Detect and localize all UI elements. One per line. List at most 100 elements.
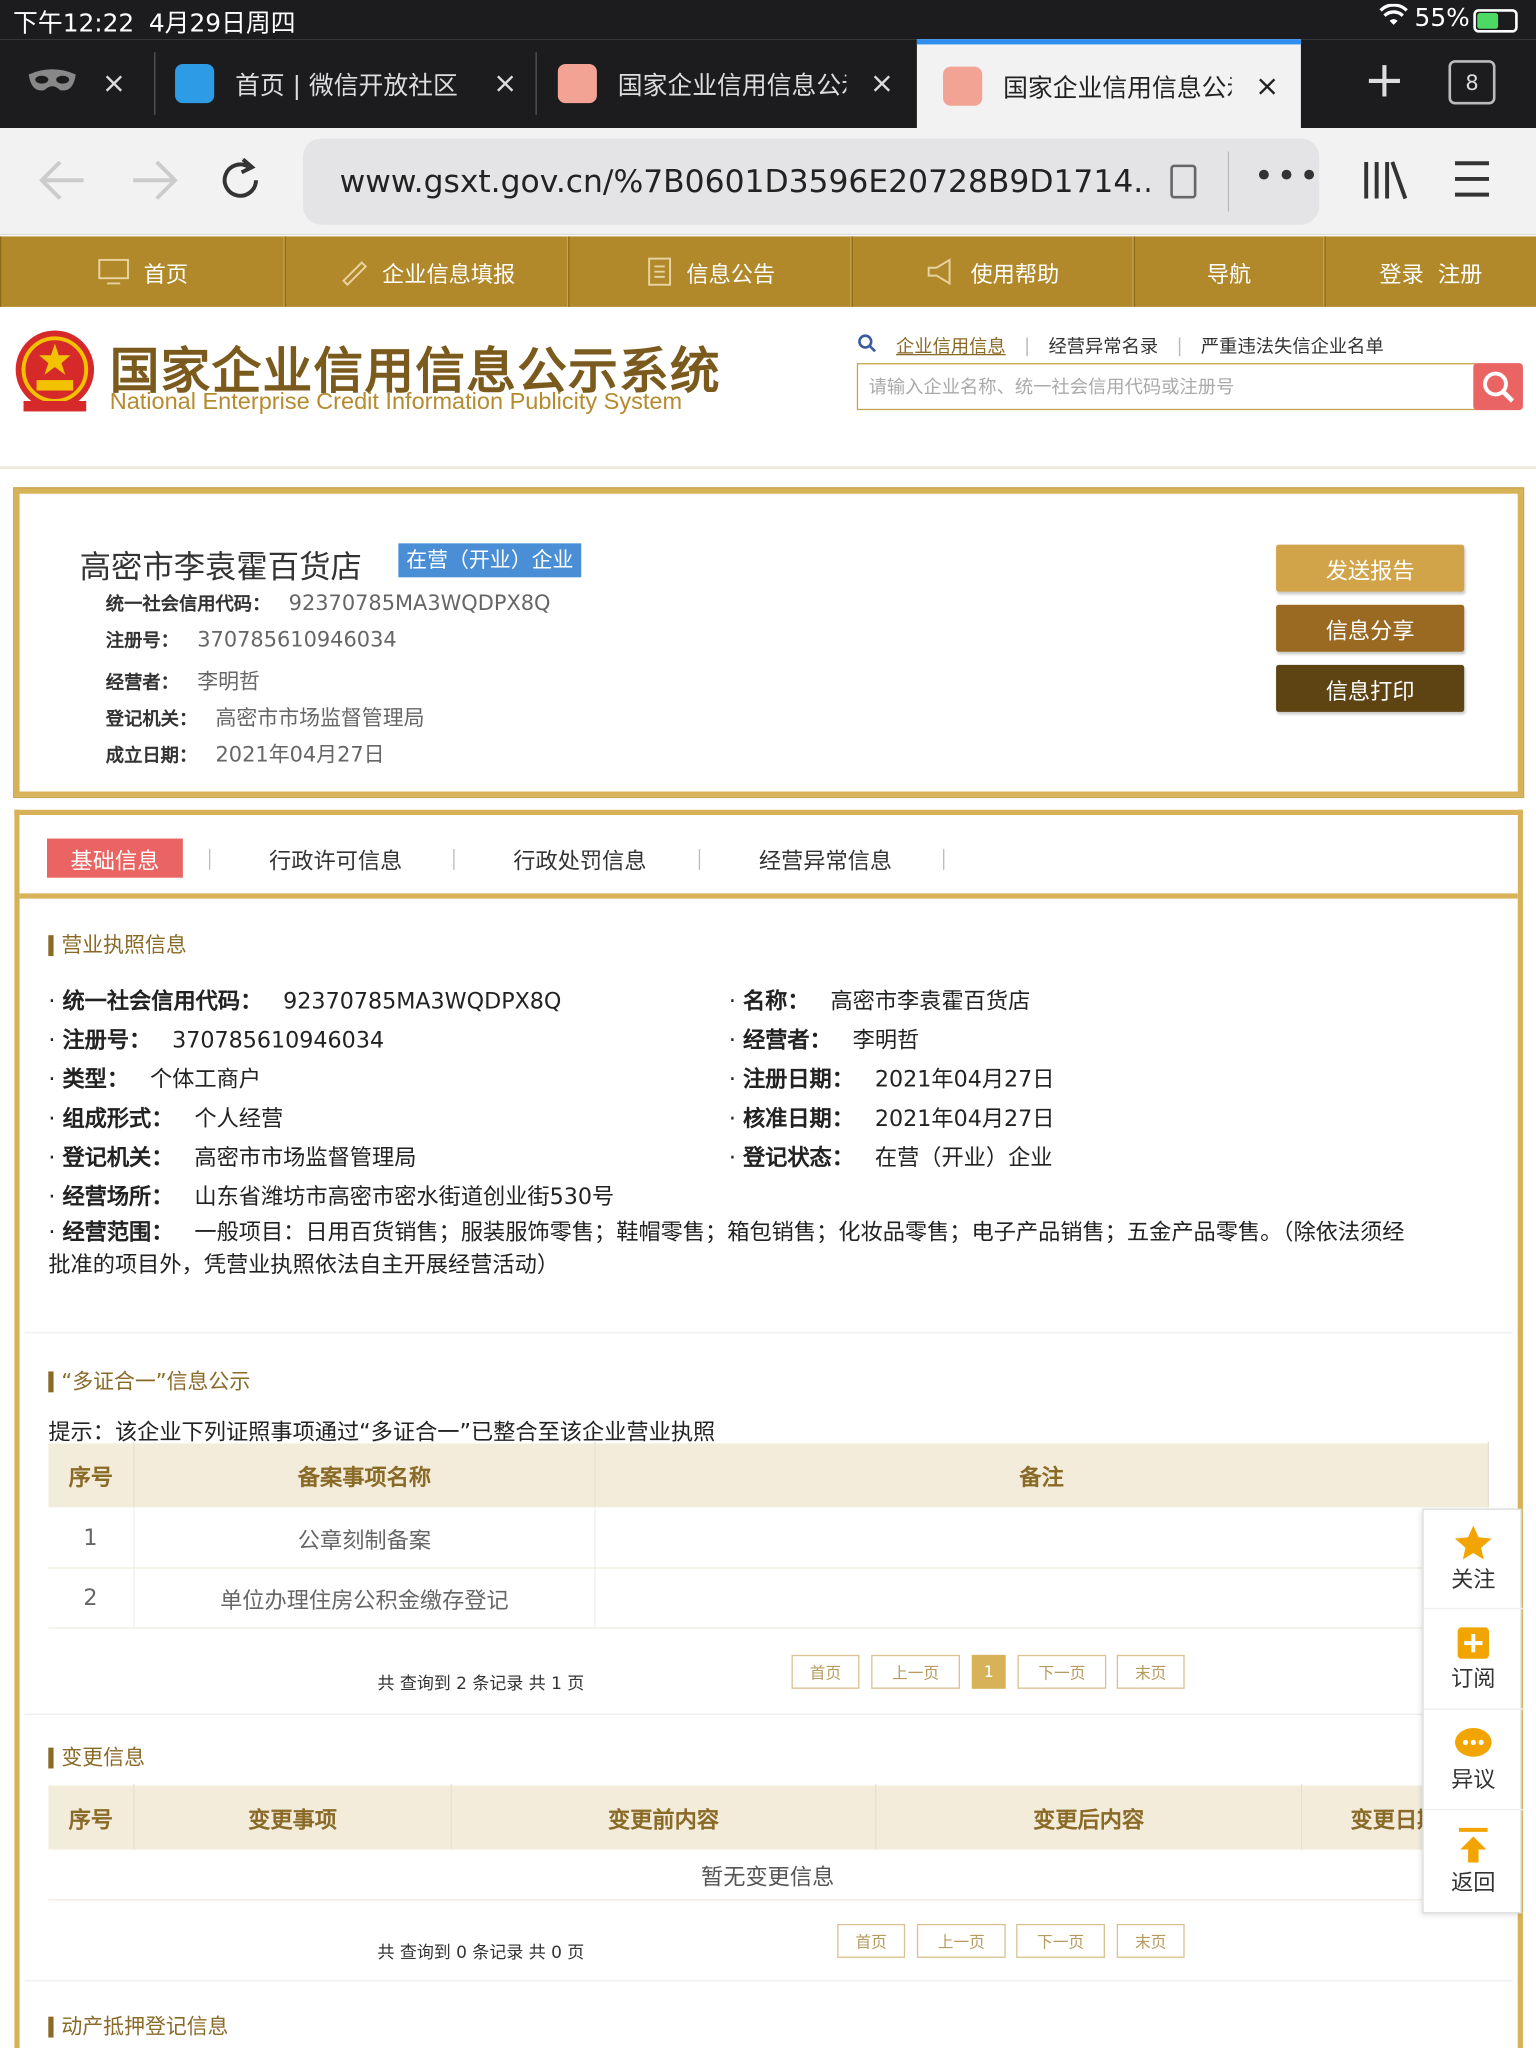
reader-mode-icon[interactable]: [1170, 164, 1197, 199]
new-tab-icon[interactable]: +: [1364, 55, 1406, 105]
wechat-community-icon: [175, 63, 215, 104]
pager-first[interactable]: 首页: [837, 1923, 906, 1958]
search-icon: [857, 333, 878, 359]
table-row: 1 公章刻制备案: [47, 1507, 1489, 1569]
star-icon: [1455, 1525, 1492, 1560]
business-scope: · 经营范围： 一般项目：日用百货销售；服装服饰零售；鞋帽零售；箱包销售；化妆品零…: [48, 1219, 1405, 1279]
license-field: · 经营场所： 山东省潍坊市高密市密水街道创业街530号: [48, 1184, 615, 1211]
section-title-license: 营业执照信息: [48, 935, 187, 957]
pager-next[interactable]: 下一页: [1016, 1923, 1105, 1958]
link-credit-info[interactable]: 企业信用信息: [896, 333, 1006, 359]
empty-message: 暂无变更信息: [47, 1850, 1489, 1901]
subscribe-button[interactable]: 订阅: [1423, 1610, 1523, 1710]
tab-admin-penalty[interactable]: 行政处罚信息: [513, 839, 646, 878]
share-info-button[interactable]: 信息分享: [1276, 604, 1465, 652]
changes-table: 序号 变更事项 变更前内容 变更后内容 变更日期 暂无变更信息: [47, 1784, 1489, 1901]
field-credit-code: 统一社会信用代码： 92370785MA3WQDPX8Q: [105, 590, 551, 616]
section-title-multi-cert: “多证合一”信息公示: [48, 1371, 250, 1393]
tab-title: 国家企业信用信息公示: [1003, 73, 1232, 103]
monitor-icon: [98, 258, 129, 285]
print-info-button[interactable]: 信息打印: [1276, 664, 1465, 712]
pager-current[interactable]: 1: [971, 1654, 1006, 1689]
pager-prev[interactable]: 上一页: [916, 1923, 1006, 1958]
nav-home[interactable]: 首页: [0, 236, 285, 307]
document-icon: [647, 257, 671, 286]
national-emblem-logo: [13, 328, 97, 422]
send-report-button[interactable]: 发送报告: [1276, 544, 1465, 592]
nav-help[interactable]: 使用帮助: [851, 236, 1134, 307]
objection-button[interactable]: 异议: [1423, 1711, 1523, 1811]
license-field: · 经营者： 李明哲: [728, 1027, 920, 1055]
reload-icon[interactable]: [217, 157, 264, 209]
battery-icon: [1473, 9, 1518, 33]
close-tab-icon[interactable]: ×: [1255, 70, 1279, 103]
pager-prev[interactable]: 上一页: [871, 1654, 960, 1689]
battery-level: 55%: [1414, 3, 1470, 33]
pager-last[interactable]: 末页: [1116, 1654, 1185, 1689]
site-nav: 首页 企业信息填报 信息公告 使用帮助 导航 登录 注册: [0, 236, 1536, 307]
site-header: 国家企业信用信息公示系统 National Enterprise Credit …: [0, 306, 1536, 469]
browser-tab-wechat[interactable]: 首页 | 微信开放社区 ×: [175, 39, 517, 128]
tab-count-button[interactable]: 8: [1448, 60, 1496, 105]
field-reg-no: 注册号： 370785610946034: [105, 626, 397, 652]
col-header: 变更事项: [133, 1784, 452, 1851]
tab-basic-info[interactable]: 基础信息: [47, 838, 183, 878]
license-field: · 名称： 高密市李袁霍百货店: [728, 988, 1031, 1015]
pager-last[interactable]: 末页: [1116, 1923, 1185, 1958]
status-badge: 在营（开业）企业: [398, 543, 582, 578]
tab-abnormal-ops[interactable]: 经营异常信息: [759, 839, 892, 878]
license-field: · 统一社会信用代码： 92370785MA3WQDPX8Q: [48, 988, 562, 1015]
pager-first[interactable]: 首页: [791, 1654, 860, 1689]
license-field: · 注册日期： 2021年04月27日: [728, 1067, 1055, 1094]
section-title-changes: 变更信息: [48, 1747, 145, 1769]
url-text: www.gsxt.gov.cn/%7B0601D3596E20728B9D171…: [339, 163, 1150, 200]
back-icon[interactable]: [37, 157, 89, 209]
nav-navigation[interactable]: 导航: [1133, 236, 1325, 307]
floating-action-bar: 关注 订阅 异议 返回: [1422, 1508, 1523, 1914]
close-tab-icon[interactable]: ×: [493, 67, 517, 100]
license-field: · 登记机关： 高密市市场监督管理局: [48, 1145, 417, 1172]
col-header: 序号: [47, 1441, 135, 1509]
section-title-pledge: 动产抵押登记信息: [48, 2016, 229, 2038]
col-header: 变更前内容: [450, 1784, 877, 1851]
close-tab-icon[interactable]: ×: [102, 67, 126, 100]
more-icon[interactable]: •••: [1254, 157, 1322, 196]
license-field: · 核准日期： 2021年04月27日: [728, 1106, 1055, 1133]
field-authority: 登记机关： 高密市市场监督管理局: [105, 705, 425, 731]
back-to-top-button[interactable]: 返回: [1424, 1812, 1523, 1911]
gsxt-favicon-icon: [943, 66, 983, 106]
close-tab-icon[interactable]: ×: [870, 67, 894, 100]
tab-title: 国家企业信用信息公示: [617, 71, 847, 100]
search-input[interactable]: 请输入企业名称、统一社会信用代码或注册号: [856, 363, 1476, 411]
status-date: 4月29日周四: [148, 9, 296, 38]
browser-tab-gsxt[interactable]: 国家企业信用信息公示 ×: [557, 39, 900, 128]
link-blacklist[interactable]: 严重违法失信企业名单: [1201, 333, 1384, 359]
nav-announcements[interactable]: 信息公告: [568, 236, 852, 307]
link-abnormal-list[interactable]: 经营异常名录: [1048, 333, 1158, 359]
license-field: · 组成形式： 个人经营: [48, 1106, 284, 1133]
system-title-en: National Enterprise Credit Information P…: [109, 387, 683, 415]
nav-login-register[interactable]: 登录 注册: [1324, 236, 1536, 307]
forward-icon[interactable]: [128, 157, 180, 209]
menu-icon[interactable]: [1452, 159, 1491, 203]
col-header: 备案事项名称: [133, 1441, 596, 1509]
col-header: 序号: [47, 1784, 135, 1851]
company-name: 高密市李袁霍百货店: [79, 548, 362, 586]
library-icon[interactable]: [1358, 157, 1410, 209]
search-button[interactable]: [1473, 363, 1523, 411]
arrow-up-icon: [1458, 1827, 1488, 1862]
gsxt-favicon-icon: [557, 63, 597, 104]
record-summary: 共 查询到 2 条记录 共 1 页: [377, 1674, 585, 1695]
toolbar: www.gsxt.gov.cn/%7B0601D3596E20728B9D171…: [0, 127, 1536, 236]
address-bar[interactable]: www.gsxt.gov.cn/%7B0601D3596E20728B9D171…: [303, 138, 1322, 225]
nav-fill-report[interactable]: 企业信息填报: [284, 236, 569, 307]
field-established: 成立日期： 2021年04月27日: [105, 741, 385, 767]
megaphone-icon: [927, 258, 951, 286]
detail-panel: 基础信息 行政许可信息 行政处罚信息 经营异常信息 营业执照信息 · 统一社会信…: [14, 809, 1523, 2048]
pager-next[interactable]: 下一页: [1017, 1654, 1107, 1689]
pen-icon: [341, 261, 367, 287]
browser-tab-active[interactable]: 国家企业信用信息公示 ×: [916, 39, 1301, 128]
browser-tab-private[interactable]: ×: [26, 39, 144, 128]
tab-admin-license[interactable]: 行政许可信息: [269, 839, 402, 878]
follow-button[interactable]: 关注: [1423, 1510, 1523, 1610]
